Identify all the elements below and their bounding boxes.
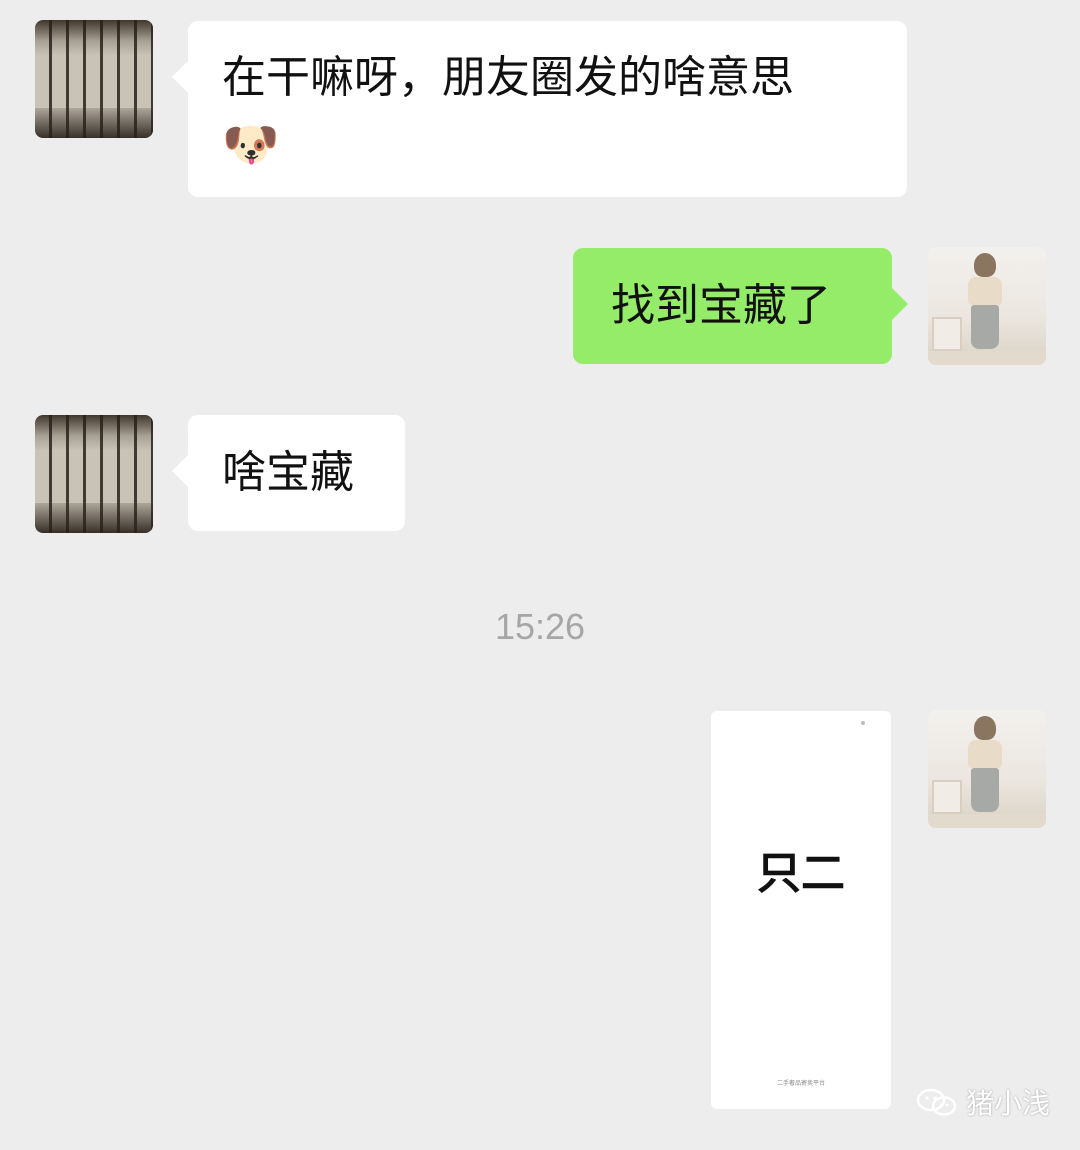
avatar-photo-detail xyxy=(974,716,996,740)
message-text: 在干嘛呀，朋友圈发的啥意思 xyxy=(222,52,794,103)
image-footer-text: 二手奢品寄卖平台 xyxy=(776,1080,825,1087)
doge-emoji-icon: 🐶 xyxy=(222,117,280,171)
wechat-icon xyxy=(916,1088,957,1116)
incoming-message-bubble[interactable]: 啥宝藏 xyxy=(172,415,405,531)
message-text: 啥宝藏 xyxy=(222,447,354,498)
outgoing-message-bubble[interactable]: 找到宝藏了 xyxy=(573,248,908,364)
avatar-photo-detail xyxy=(932,780,962,814)
watermark-text: 猪小浅 xyxy=(966,1087,1051,1120)
my-avatar[interactable] xyxy=(928,710,1046,828)
watermark: 猪小浅 xyxy=(916,1082,1050,1122)
image-main-text: 只二 xyxy=(757,848,845,899)
avatar-photo-detail xyxy=(968,740,1002,768)
message-timestamp: 15:26 xyxy=(494,606,586,647)
avatar-photo-detail xyxy=(974,253,996,277)
avatar-photo-detail xyxy=(968,277,1002,305)
avatar-photo-detail xyxy=(928,351,1046,365)
image-corner-dot xyxy=(861,721,865,725)
friend-avatar[interactable] xyxy=(35,415,153,533)
avatar-photo-detail xyxy=(971,768,999,812)
avatar-photo-detail xyxy=(928,814,1046,828)
friend-avatar[interactable] xyxy=(35,20,153,138)
avatar-photo-detail xyxy=(971,305,999,349)
avatar-photo-detail xyxy=(932,317,962,351)
image-message[interactable]: 只二 二手奢品寄卖平台 xyxy=(711,711,891,1109)
my-avatar[interactable] xyxy=(928,247,1046,365)
message-text: 找到宝藏了 xyxy=(611,280,831,331)
incoming-message-bubble[interactable]: 在干嘛呀，朋友圈发的啥意思 🐶 xyxy=(172,21,907,197)
